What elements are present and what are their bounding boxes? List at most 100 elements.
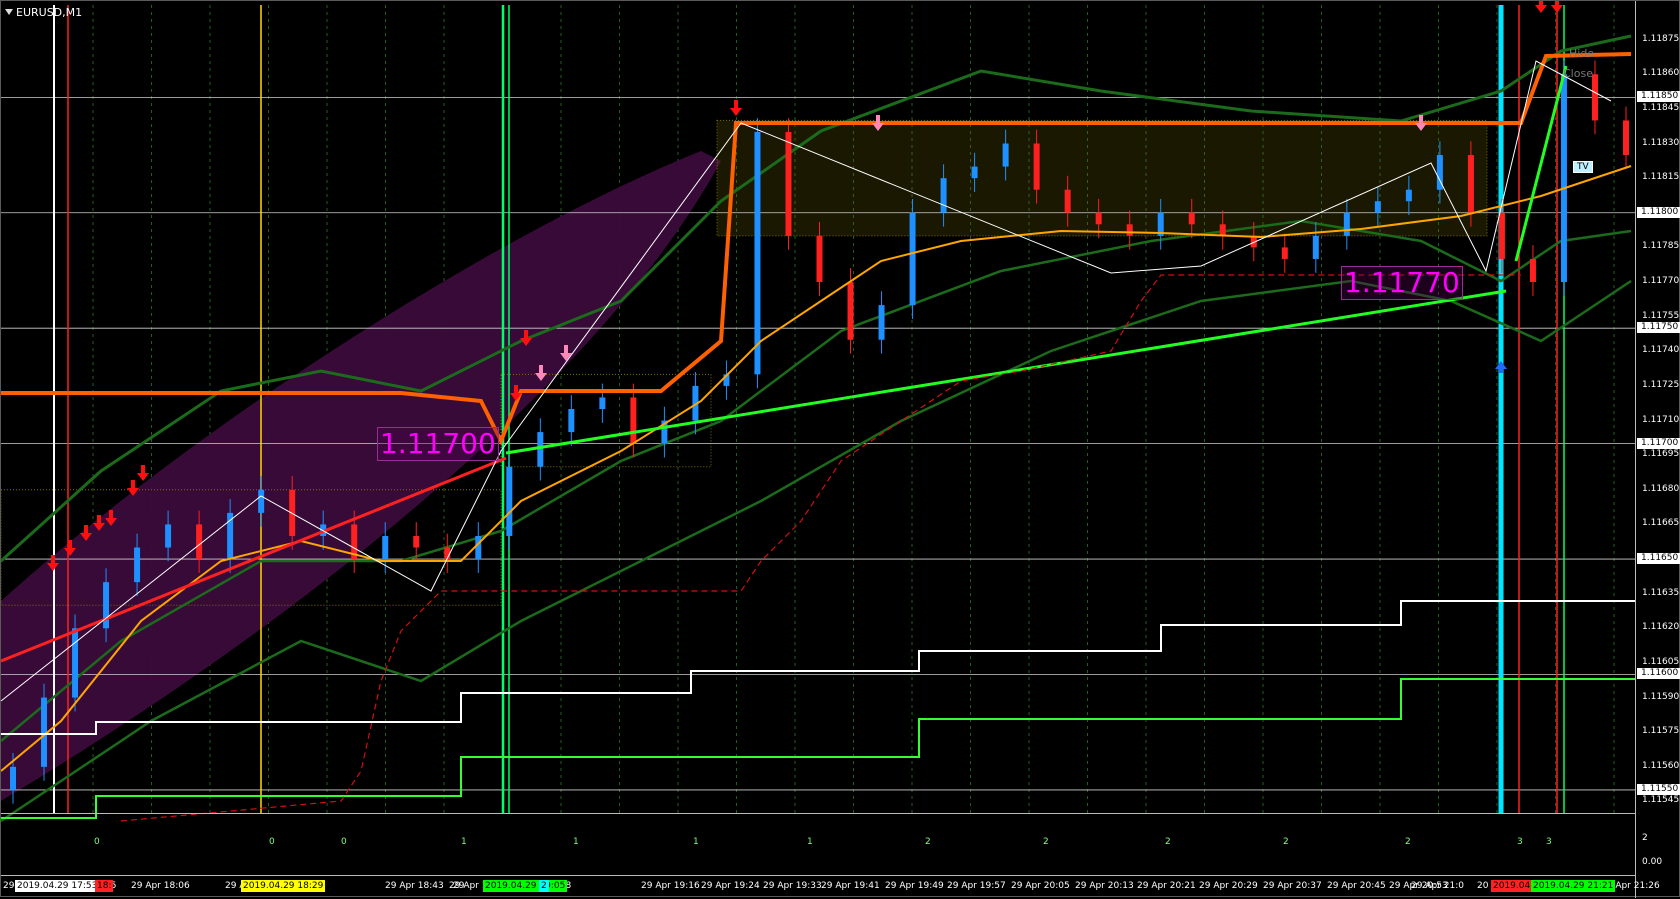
time-marker-label: 18: [95, 880, 114, 892]
candle-body [134, 547, 141, 583]
time-tick-label: 29 Apr 18:43 [385, 881, 444, 891]
candle-body [1591, 74, 1598, 121]
subwindow-separator [1, 813, 1635, 814]
price-tick-label: 1.11740 [1642, 345, 1680, 356]
subwindow-count-label: 3 [1546, 837, 1552, 847]
price-level-box: 1.11750 [1637, 322, 1680, 334]
candle-body [599, 397, 606, 409]
price-tick-label: 1.11770 [1642, 276, 1680, 287]
time-tick-label: 29 Apr 18:06 [131, 881, 190, 891]
price-tick-label: 1.11695 [1642, 449, 1680, 460]
symbol-label: EURUSD,M1 [16, 5, 83, 19]
candle-body [506, 466, 513, 536]
price-tick-label: 1.11590 [1642, 691, 1680, 702]
candle-body [1560, 74, 1567, 283]
candle-body [785, 131, 792, 236]
candle-body [72, 628, 79, 698]
time-axis[interactable]: 29 Apr 18:06 29 Apr 18:43 29 Apr 18:51 29 A… [1, 875, 1660, 899]
hide-button[interactable]: Hide [1569, 47, 1594, 60]
subwindow-count-label: 1 [573, 837, 579, 847]
price-tick-label: 1.11815 [1642, 172, 1680, 183]
subwindow-count-label: 3 [1517, 837, 1523, 847]
time-tick-label: 29 Apr 19:57 [947, 881, 1006, 891]
time-tick-label: 29 Apr 20:45 [1327, 881, 1386, 891]
candle-body [630, 397, 637, 444]
candle-body [382, 535, 389, 560]
time-tick-label: 29 Apr 20:05 [1011, 881, 1070, 891]
price-level-box: 1.11650 [1637, 553, 1680, 565]
candle-body [971, 166, 978, 179]
candle-body [413, 535, 420, 548]
price-level-box: 1.11600 [1637, 668, 1680, 680]
candle-body [878, 305, 885, 340]
time-tick-label: 29 Apr 19:16 [641, 881, 700, 891]
price-level-box: 1.11800 [1637, 206, 1680, 218]
subwindow-count-label: 1 [807, 837, 813, 847]
price-label-1: 1.11700 [377, 427, 499, 461]
price-tick-label: 1.11710 [1642, 414, 1680, 425]
subwindow-count-label: 1 [461, 837, 467, 847]
sell-arrow-icon [1551, 1, 1563, 13]
candle-body [1033, 143, 1040, 190]
subwindow-count-label: 2 [1043, 837, 1049, 847]
sell-arrow-icon [137, 465, 149, 481]
candle-body [258, 489, 265, 513]
price-tick-label: 1.11545 [1642, 795, 1680, 806]
time-tick-label: 29 Apr 20:29 [1199, 881, 1258, 891]
candle-body [816, 235, 823, 283]
candle-body [165, 524, 172, 548]
candle-body [103, 582, 110, 629]
price-tick-label: 1.11875 [1642, 33, 1680, 44]
candle-body [1095, 212, 1102, 225]
subwindow-count-label: 0 [269, 837, 275, 847]
sub-axis-top: 2 [1642, 833, 1648, 843]
subwindow-count-label: 0 [341, 837, 347, 847]
dropdown-triangle-icon[interactable] [5, 9, 13, 15]
time-tick-label: 29 Apr 20:13 [1075, 881, 1134, 891]
time-tick-fragment: 29 [3, 881, 15, 891]
subwindow-count-label: 2 [1405, 837, 1411, 847]
sell-arrow-icon [1535, 1, 1547, 13]
sub-axis-bottom: 0.00 [1642, 857, 1663, 867]
candle-body [1467, 155, 1474, 213]
time-tick-label: 29 Apr 19:41 [821, 881, 880, 891]
time-marker-label: 2019.04.29 19:05 [483, 880, 568, 892]
candle-body [568, 409, 575, 433]
price-tick-label: 1.11560 [1642, 760, 1680, 771]
candle-body [1188, 212, 1195, 225]
subwindow-count-label: 2 [1165, 837, 1171, 847]
time-tick-fragment: 29 Apr 21:0 [1411, 881, 1464, 891]
price-tick-label: 1.11860 [1642, 68, 1680, 79]
price-level-box: 1.11700 [1637, 437, 1680, 449]
time-tick-label: 29 Apr 20:37 [1263, 881, 1322, 891]
price-level-box: 1.11850 [1637, 91, 1680, 103]
regression-line-green [505, 289, 1507, 455]
cloud-zone [716, 119, 1488, 237]
price-tick-label: 1.11755 [1642, 310, 1680, 321]
price-tick-label: 1.11830 [1642, 137, 1680, 148]
regression-line-green-2 [1514, 65, 1568, 262]
time-tick-fragment: 29 [453, 881, 465, 891]
time-marker-label: 2019.04.29 18:29 [241, 880, 326, 892]
close-button[interactable]: Close [1563, 67, 1593, 80]
subwindow-count-label: 2 [1283, 837, 1289, 847]
candle-body [909, 212, 916, 306]
price-axis[interactable]: 1.11875 1.11860 1.11845 1.11830 1.11815 1.117… [1635, 1, 1680, 898]
chart-window[interactable]: EURUSD,M1 1.11700 1.11770 Hide Close TV … [0, 0, 1680, 899]
price-chart[interactable] [1, 1, 1635, 875]
candle-body [940, 178, 947, 213]
candle-body [1623, 120, 1629, 156]
candle-body [1281, 247, 1288, 259]
tv-button[interactable]: TV [1573, 161, 1593, 173]
price-tick-label: 1.11635 [1642, 587, 1680, 598]
time-marker-label: 2 [539, 880, 549, 892]
price-tick-label: 1.11575 [1642, 726, 1680, 737]
candle-body [10, 766, 16, 790]
time-tick-label: 29 Apr 19:24 [701, 881, 760, 891]
price-level-box: 1.11550 [1637, 783, 1680, 795]
chart-title[interactable]: EURUSD,M1 [5, 4, 82, 20]
time-tick-label: 29 Apr 19:49 [885, 881, 944, 891]
candle-body [1126, 224, 1133, 236]
price-tick-label: 1.11680 [1642, 483, 1680, 494]
subwindow-count-label: 2 [925, 837, 931, 847]
